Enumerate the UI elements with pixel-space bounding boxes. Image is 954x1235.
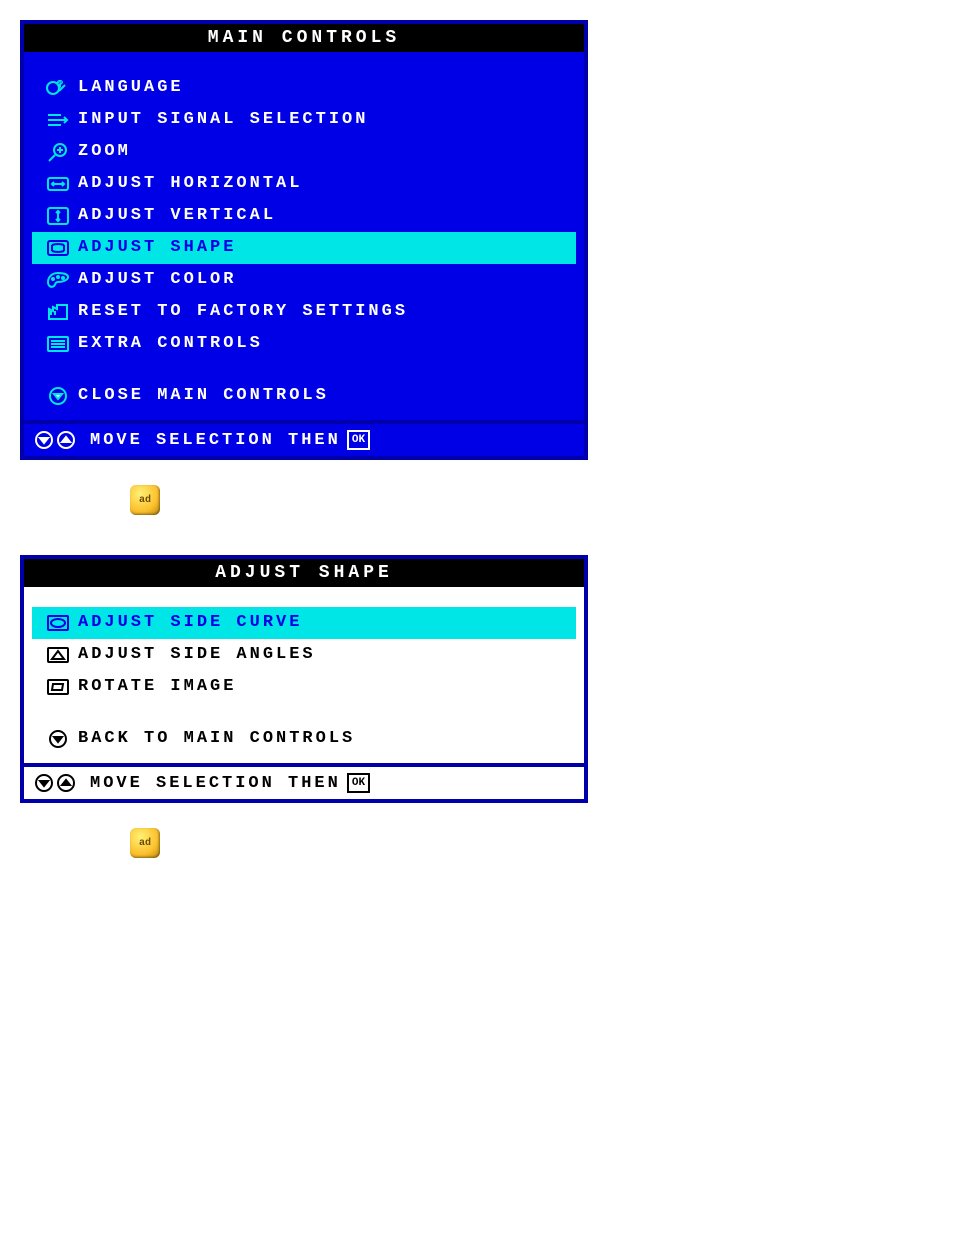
menu-item-language[interactable]: ? LANGUAGE xyxy=(32,72,576,104)
menu-label: ZOOM xyxy=(78,138,131,166)
menu-label: EXTRA CONTROLS xyxy=(78,330,263,358)
menu-item-back-main[interactable]: BACK TO MAIN CONTROLS xyxy=(32,723,576,755)
menu-label: LANGUAGE xyxy=(78,74,184,102)
shape-icon xyxy=(38,237,78,259)
menu-item-reset-factory[interactable]: RESET TO FACTORY SETTINGS xyxy=(32,296,576,328)
input-signal-icon xyxy=(38,109,78,131)
menu-label: ADJUST HORIZONTAL xyxy=(78,170,302,198)
main-controls-window: MAIN CONTROLS ? LANGUAGE INPUT SIGNAL SE… xyxy=(20,20,588,460)
menu-item-extra-controls[interactable]: EXTRA CONTROLS xyxy=(32,328,576,360)
side-angles-icon xyxy=(38,644,78,666)
footer-text: MOVE SELECTION THEN xyxy=(90,431,341,450)
vertical-icon xyxy=(38,205,78,227)
ok-button[interactable]: ad xyxy=(130,485,160,515)
side-curve-icon xyxy=(38,612,78,634)
menu-item-input-signal[interactable]: INPUT SIGNAL SELECTION xyxy=(32,104,576,136)
ok-indicator: OK xyxy=(347,430,370,450)
close-down-icon xyxy=(38,385,78,407)
rotate-icon xyxy=(38,676,78,698)
adjust-shape-title: ADJUST SHAPE xyxy=(24,559,584,587)
language-icon: ? xyxy=(38,77,78,99)
main-controls-title: MAIN CONTROLS xyxy=(24,24,584,52)
menu-label: ADJUST SHAPE xyxy=(78,234,236,262)
nav-arrows-icon xyxy=(34,430,76,450)
adjust-shape-window: ADJUST SHAPE ADJUST SIDE CURVE ADJUST SI… xyxy=(20,555,588,803)
menu-item-side-curve[interactable]: ADJUST SIDE CURVE xyxy=(32,607,576,639)
menu-label: ADJUST VERTICAL xyxy=(78,202,276,230)
zoom-icon xyxy=(38,141,78,163)
menu-item-adjust-shape[interactable]: ADJUST SHAPE xyxy=(32,232,576,264)
back-down-icon xyxy=(38,728,78,750)
menu-label: RESET TO FACTORY SETTINGS xyxy=(78,298,408,326)
menu-item-adjust-vertical[interactable]: ADJUST VERTICAL xyxy=(32,200,576,232)
menu-item-zoom[interactable]: ZOOM xyxy=(32,136,576,168)
extra-controls-icon xyxy=(38,333,78,355)
menu-item-close-main[interactable]: CLOSE MAIN CONTROLS xyxy=(32,380,576,412)
menu-label: ROTATE IMAGE xyxy=(78,673,236,701)
menu-label: ADJUST SIDE ANGLES xyxy=(78,641,316,669)
ok-indicator: OK xyxy=(347,773,370,793)
adjust-shape-body: ADJUST SIDE CURVE ADJUST SIDE ANGLES ROT… xyxy=(24,587,584,763)
ok-button[interactable]: ad xyxy=(130,828,160,858)
menu-item-adjust-color[interactable]: ADJUST COLOR xyxy=(32,264,576,296)
factory-icon xyxy=(38,301,78,323)
nav-arrows-icon xyxy=(34,773,76,793)
footer-text: MOVE SELECTION THEN xyxy=(90,774,341,793)
color-icon xyxy=(38,269,78,291)
menu-item-side-angles[interactable]: ADJUST SIDE ANGLES xyxy=(32,639,576,671)
menu-label: BACK TO MAIN CONTROLS xyxy=(78,725,355,753)
menu-label: INPUT SIGNAL SELECTION xyxy=(78,106,368,134)
menu-label: ADJUST SIDE CURVE xyxy=(78,609,302,637)
menu-item-adjust-horizontal[interactable]: ADJUST HORIZONTAL xyxy=(32,168,576,200)
menu-label: ADJUST COLOR xyxy=(78,266,236,294)
main-controls-footer: MOVE SELECTION THEN OK xyxy=(24,420,584,456)
menu-label: CLOSE MAIN CONTROLS xyxy=(78,382,329,410)
main-controls-body: ? LANGUAGE INPUT SIGNAL SELECTION ZOOM A… xyxy=(24,52,584,420)
horizontal-icon xyxy=(38,173,78,195)
menu-item-rotate-image[interactable]: ROTATE IMAGE xyxy=(32,671,576,703)
adjust-shape-footer: MOVE SELECTION THEN OK xyxy=(24,763,584,799)
